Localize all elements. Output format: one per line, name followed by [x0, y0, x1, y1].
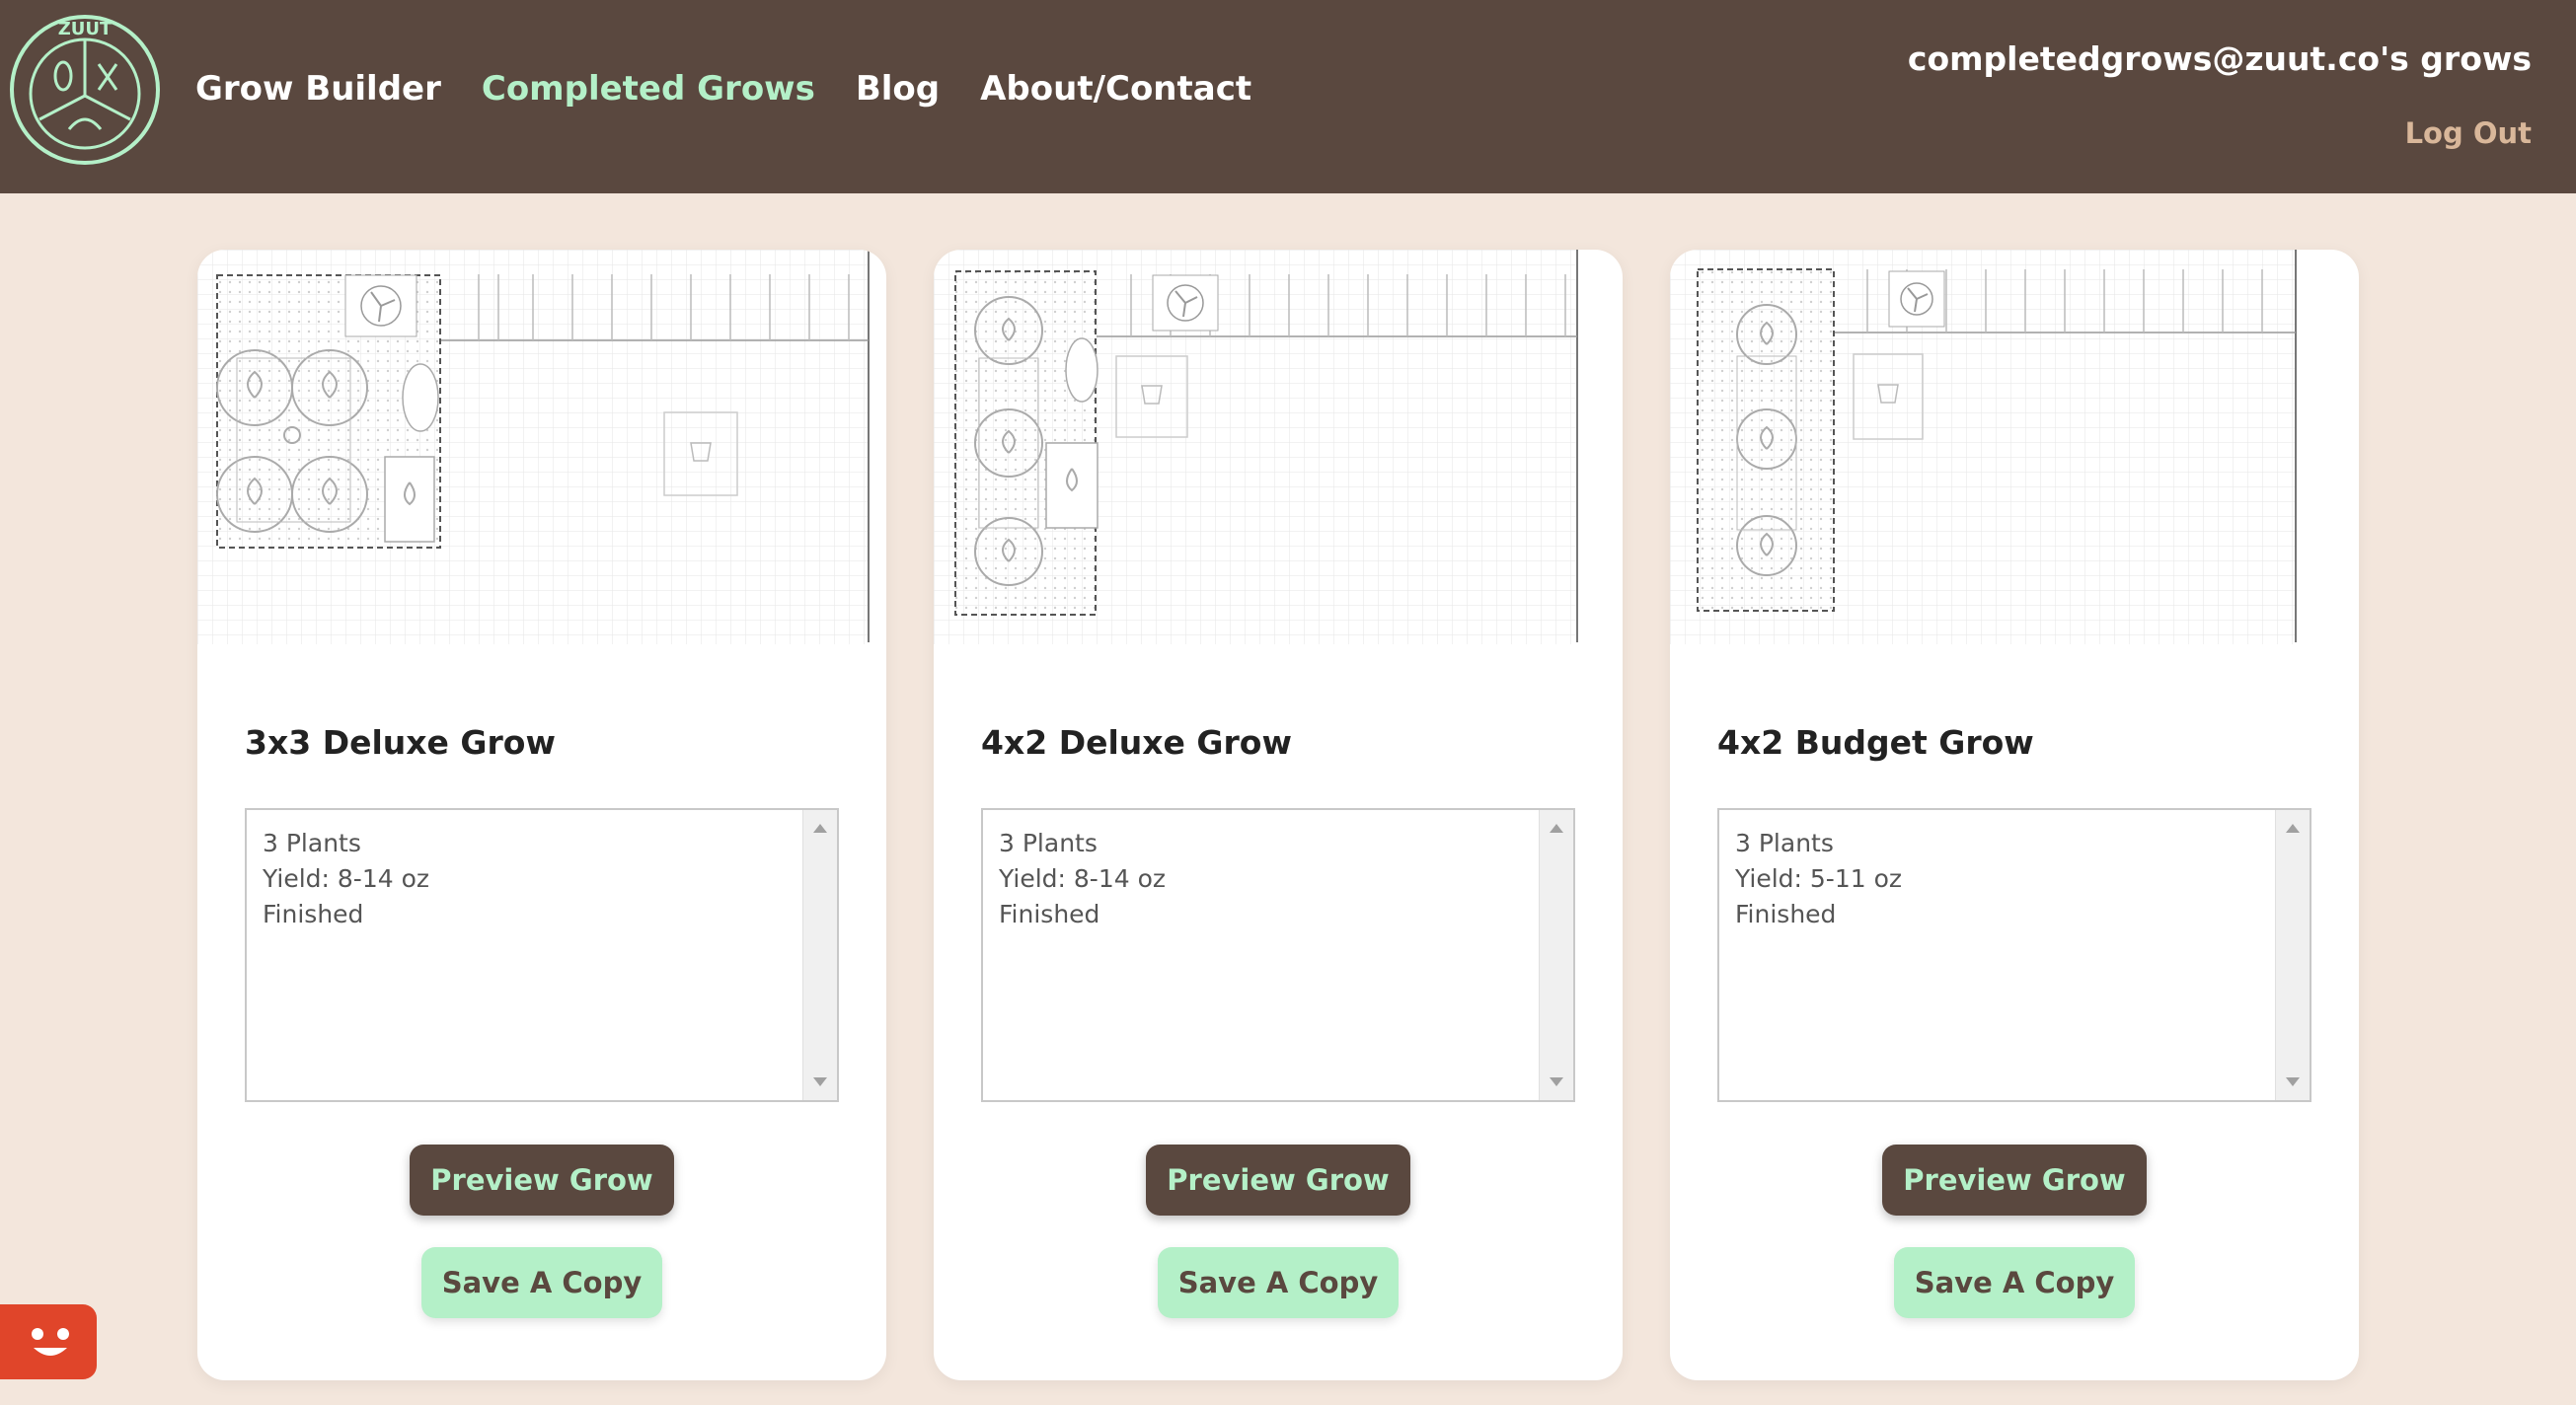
scroll-up-icon[interactable] — [1550, 824, 1563, 833]
chat-widget-button[interactable] — [0, 1304, 97, 1379]
grow-card-3: 4x2 Budget Grow 3 Plants Yield: 5-11 oz … — [1670, 250, 2359, 1380]
grow-layout-preview[interactable] — [934, 250, 1623, 644]
nav-about-contact[interactable]: About/Contact — [980, 69, 1251, 109]
preview-grow-button[interactable]: Preview Grow — [1146, 1145, 1410, 1216]
grow-title: 4x2 Budget Grow — [1717, 723, 2034, 762]
plant-count: 3 Plants — [1735, 829, 1834, 857]
chat-widget-icon — [32, 1328, 69, 1356]
plant-count: 3 Plants — [999, 829, 1098, 857]
save-copy-button[interactable]: Save A Copy — [1894, 1247, 2135, 1318]
plant-count: 3 Plants — [263, 829, 361, 857]
grow-details-box[interactable]: 3 Plants Yield: 8-14 oz Finished — [981, 808, 1575, 1102]
nav-grow-builder[interactable]: Grow Builder — [195, 69, 441, 109]
logo-text: ZUUT — [58, 19, 113, 39]
user-label: completedgrows@zuut.co's grows — [1907, 39, 2532, 78]
yield-text: Yield: 8-14 oz — [263, 864, 429, 893]
preview-grow-button[interactable]: Preview Grow — [1882, 1145, 2147, 1216]
grow-card-1: 3x3 Deluxe Grow 3 Plants Yield: 8-14 oz … — [197, 250, 886, 1380]
save-copy-button[interactable]: Save A Copy — [1158, 1247, 1399, 1318]
grow-card-2: 4x2 Deluxe Grow 3 Plants Yield: 8-14 oz … — [934, 250, 1623, 1380]
grow-details-box[interactable]: 3 Plants Yield: 5-11 oz Finished — [1717, 808, 2311, 1102]
nav-blog[interactable]: Blog — [856, 69, 940, 109]
grow-layout-preview[interactable] — [197, 250, 886, 644]
status-text: Finished — [1735, 900, 1837, 928]
grow-details-box[interactable]: 3 Plants Yield: 8-14 oz Finished — [245, 808, 839, 1102]
grow-title: 3x3 Deluxe Grow — [245, 723, 556, 762]
grow-layout-preview[interactable] — [1670, 250, 2359, 644]
main-nav: Grow Builder Completed Grows Blog About/… — [195, 69, 1292, 109]
save-copy-button[interactable]: Save A Copy — [421, 1247, 662, 1318]
scroll-down-icon[interactable] — [2286, 1077, 2300, 1086]
scroll-down-icon[interactable] — [1550, 1077, 1563, 1086]
site-header: ZUUT Grow Builder Completed Grows Blog A… — [0, 0, 2576, 193]
status-text: Finished — [999, 900, 1100, 928]
yield-text: Yield: 8-14 oz — [999, 864, 1166, 893]
zuut-logo-icon[interactable]: ZUUT — [8, 13, 162, 167]
status-text: Finished — [263, 900, 364, 928]
scroll-up-icon[interactable] — [813, 824, 827, 833]
preview-grow-button[interactable]: Preview Grow — [410, 1145, 674, 1216]
scrollbar[interactable] — [802, 810, 837, 1100]
scrollbar[interactable] — [1539, 810, 1573, 1100]
nav-completed-grows[interactable]: Completed Grows — [482, 69, 815, 109]
logout-link[interactable]: Log Out — [2405, 116, 2532, 150]
yield-text: Yield: 5-11 oz — [1735, 864, 1902, 893]
grow-title: 4x2 Deluxe Grow — [981, 723, 1292, 762]
scrollbar[interactable] — [2275, 810, 2310, 1100]
scroll-up-icon[interactable] — [2286, 824, 2300, 833]
scroll-down-icon[interactable] — [813, 1077, 827, 1086]
